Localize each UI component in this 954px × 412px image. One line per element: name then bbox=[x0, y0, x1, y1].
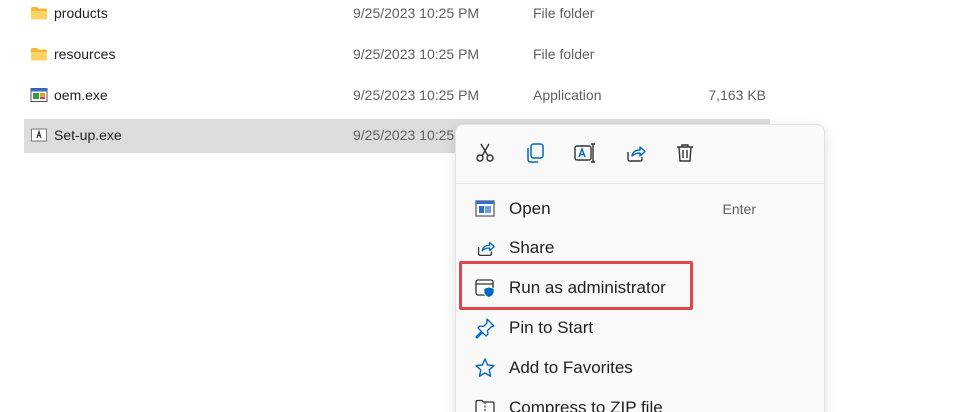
menu-item-label: Add to Favorites bbox=[509, 358, 633, 377]
menu-item-label: Open bbox=[509, 199, 551, 218]
file-type: File folder bbox=[533, 5, 595, 21]
file-name: products bbox=[54, 5, 108, 21]
menu-item-label: Run as administrator bbox=[509, 278, 666, 297]
star-icon bbox=[474, 357, 496, 379]
menu-item-shortcut: Enter bbox=[722, 201, 756, 217]
file-row-products[interactable]: products 9/25/2023 10:25 PM File folder bbox=[24, 0, 770, 31]
file-date: 9/25/2023 10:25 PM bbox=[353, 87, 480, 103]
context-action-bar bbox=[456, 125, 824, 184]
rename-icon bbox=[574, 143, 595, 163]
delete-icon bbox=[677, 144, 693, 162]
menu-item-add-to-favorites[interactable]: Add to Favorites bbox=[464, 350, 816, 386]
cut-button[interactable] bbox=[473, 141, 497, 165]
rename-button[interactable] bbox=[573, 141, 597, 165]
file-name: Set-up.exe bbox=[54, 127, 122, 143]
file-row-resources[interactable]: resources 9/25/2023 10:25 PM File folder bbox=[24, 38, 770, 72]
copy-button[interactable] bbox=[523, 141, 547, 165]
share-icon bbox=[627, 146, 646, 162]
file-date: 9/25/2023 10:25 bbox=[353, 127, 455, 143]
file-type: Application bbox=[533, 87, 602, 103]
file-name: oem.exe bbox=[54, 87, 108, 103]
share-icon bbox=[474, 237, 496, 259]
open-window-icon bbox=[474, 198, 496, 220]
pin-icon bbox=[474, 317, 496, 339]
folder-icon bbox=[30, 5, 48, 21]
share-button[interactable] bbox=[623, 141, 647, 165]
menu-item-label: Compress to ZIP file bbox=[509, 398, 663, 412]
file-date: 9/25/2023 10:25 PM bbox=[353, 46, 480, 62]
menu-item-run-as-administrator[interactable]: Run as administrator bbox=[464, 270, 816, 306]
file-date: 9/25/2023 10:25 PM bbox=[353, 5, 480, 21]
shield-window-icon bbox=[474, 277, 496, 299]
menu-item-pin-to-start[interactable]: Pin to Start bbox=[464, 310, 816, 346]
file-type: File folder bbox=[533, 46, 595, 62]
menu-item-open[interactable]: Open Enter bbox=[464, 191, 816, 227]
file-name: resources bbox=[54, 46, 116, 62]
application-icon bbox=[30, 87, 48, 103]
menu-item-share[interactable]: Share bbox=[464, 230, 816, 266]
adobe-app-icon bbox=[30, 127, 48, 143]
file-explorer-view: products 9/25/2023 10:25 PM File folder … bbox=[0, 0, 954, 412]
zip-folder-icon bbox=[474, 397, 496, 412]
context-menu: Open Enter Share Run as administrator Pi… bbox=[455, 124, 825, 412]
copy-icon bbox=[527, 143, 544, 163]
folder-icon bbox=[30, 46, 48, 62]
menu-item-compress-to-zip[interactable]: Compress to ZIP file bbox=[464, 390, 816, 412]
menu-item-label: Pin to Start bbox=[509, 318, 594, 337]
delete-button[interactable] bbox=[673, 141, 697, 165]
menu-item-label: Share bbox=[509, 238, 555, 257]
file-row-oem-exe[interactable]: oem.exe 9/25/2023 10:25 PM Application 7… bbox=[24, 79, 770, 113]
cut-icon bbox=[476, 143, 494, 162]
file-size: 7,163 KB bbox=[708, 87, 766, 103]
